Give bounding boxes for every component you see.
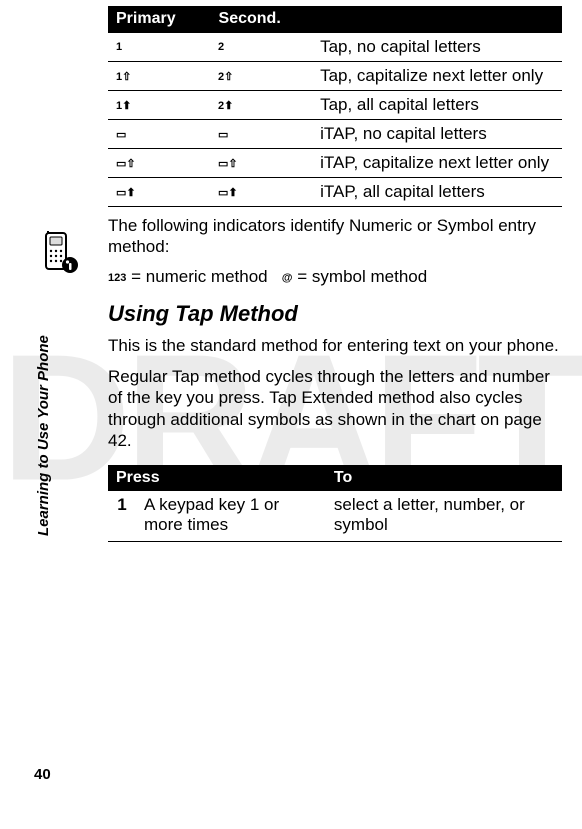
table-row: 1 A keypad key 1 or more times select a …: [108, 491, 562, 542]
symbol-method-text: = symbol method: [293, 267, 428, 286]
press-header-press: Press: [108, 465, 326, 491]
press-to-table: Press To 1 A keypad key 1 or more times …: [108, 465, 562, 542]
press-action: A keypad key 1 or more times: [136, 491, 326, 542]
mode-primary-icon: ▭: [108, 120, 210, 149]
mode-desc: iTAP, all capital letters: [312, 178, 561, 207]
section-p1: This is the standard method for entering…: [108, 335, 562, 356]
sidebar-section-label: Learning to Use Your Phone: [35, 335, 52, 536]
press-result: select a letter, number, or symbol: [326, 491, 562, 542]
intro-paragraph: The following indicators identify Numeri…: [108, 215, 562, 258]
mode-second-icon: ▭⇧: [210, 149, 312, 178]
mode-primary-icon: 1⇧: [108, 62, 210, 91]
mode-primary-icon: ▭⬆: [108, 178, 210, 207]
section-heading: Using Tap Method: [108, 301, 562, 327]
section-p2: Regular Tap method cycles through the le…: [108, 366, 562, 451]
table-row: ▭ ▭ iTAP, no capital letters: [108, 120, 562, 149]
numeric-method-text: = numeric method: [126, 267, 267, 286]
mode-desc: Tap, all capital letters: [312, 91, 561, 120]
modes-header-blank: [312, 6, 561, 33]
mode-second-icon: 2⬆: [210, 91, 312, 120]
mode-second-icon: ▭: [210, 120, 312, 149]
mode-desc: iTAP, capitalize next letter only: [312, 149, 561, 178]
numeric-method-icon: 123: [108, 272, 126, 284]
modes-header-primary: Primary: [108, 6, 210, 33]
table-row: 1 2 Tap, no capital letters: [108, 33, 562, 62]
phone-info-icon: [40, 231, 86, 282]
modes-header-second: Second.: [210, 6, 312, 33]
symbol-method-icon: @: [282, 272, 293, 284]
mode-desc: Tap, no capital letters: [312, 33, 561, 62]
press-header-to: To: [326, 465, 562, 491]
mode-second-icon: 2⇧: [210, 62, 312, 91]
mode-desc: Tap, capitalize next letter only: [312, 62, 561, 91]
entry-modes-table: Primary Second. 1 2 Tap, no capital lett…: [108, 6, 562, 207]
table-row: 1⇧ 2⇧ Tap, capitalize next letter only: [108, 62, 562, 91]
table-row: ▭⇧ ▭⇧ iTAP, capitalize next letter only: [108, 149, 562, 178]
mode-primary-icon: 1: [108, 33, 210, 62]
page-number: 40: [34, 766, 51, 783]
mode-desc: iTAP, no capital letters: [312, 120, 561, 149]
mode-second-icon: 2: [210, 33, 312, 62]
table-row: ▭⬆ ▭⬆ iTAP, all capital letters: [108, 178, 562, 207]
step-number: 1: [108, 491, 136, 542]
table-row: 1⬆ 2⬆ Tap, all capital letters: [108, 91, 562, 120]
mode-primary-icon: 1⬆: [108, 91, 210, 120]
mode-primary-icon: ▭⇧: [108, 149, 210, 178]
mode-second-icon: ▭⬆: [210, 178, 312, 207]
page-content: Primary Second. 1 2 Tap, no capital lett…: [0, 6, 582, 542]
methods-line: 123 = numeric method @ = symbol method: [108, 266, 562, 287]
